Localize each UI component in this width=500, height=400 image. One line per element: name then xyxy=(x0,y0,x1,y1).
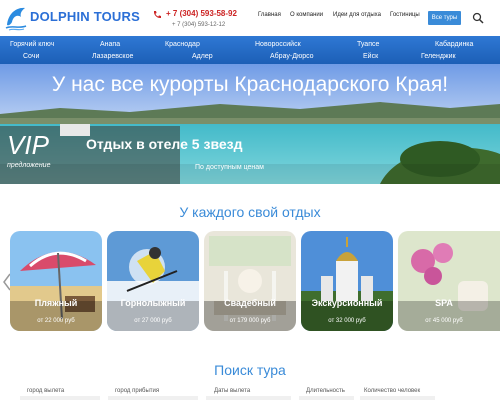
beach-umbrella-image xyxy=(10,231,102,331)
field-label-dates: Даты вылета xyxy=(214,388,251,394)
vacation-card-excursion[interactable]: Экскурсионный от 32 000 руб xyxy=(301,231,393,331)
search-icon[interactable] xyxy=(472,12,484,24)
nav-home[interactable]: Главная xyxy=(258,12,281,18)
card-title: Экскурсионный xyxy=(311,298,383,308)
dolphin-logo-icon[interactable] xyxy=(4,5,28,31)
card-price: от 179 000 руб xyxy=(229,318,271,324)
tour-search-title: Поиск тура xyxy=(214,362,286,378)
field-label-departure-city: город вылета xyxy=(27,388,65,394)
wedding-image xyxy=(204,231,296,331)
resort-link[interactable]: Краснодар xyxy=(165,41,200,48)
brand-name[interactable]: DOLPHIN TOURS xyxy=(30,9,140,24)
card-price: от 22 000 руб xyxy=(37,318,75,324)
field-label-people-count: Количество человек xyxy=(364,388,421,394)
card-title: Горнолыжный xyxy=(120,298,186,308)
resort-link[interactable]: Новороссийск xyxy=(255,41,301,48)
nav-vacation-ideas[interactable]: Идеи для отдыха xyxy=(333,12,381,18)
resort-link[interactable]: Адлер xyxy=(192,53,213,60)
offer-subtitle: По доступным ценам xyxy=(195,164,264,171)
vacation-card-beach[interactable]: Пляжный от 22 000 руб xyxy=(10,231,102,331)
site-header: DOLPHIN TOURS + 7 (304) 593-58-92 + 7 (3… xyxy=(0,0,500,36)
vip-label: VIP xyxy=(7,130,49,160)
offer-title: Отдых в отеле 5 звезд xyxy=(86,136,243,152)
phone-primary[interactable]: + 7 (304) 593-58-92 xyxy=(166,9,237,18)
field-label-arrival-city: город прибытия xyxy=(115,388,160,394)
card-title: Свадебный xyxy=(224,298,276,308)
people-count-input[interactable] xyxy=(360,396,435,400)
church-image xyxy=(301,231,393,331)
vacation-card-wedding[interactable]: Свадебный от 179 000 руб xyxy=(204,231,296,331)
duration-input[interactable] xyxy=(299,396,354,400)
departure-city-input[interactable] xyxy=(20,396,100,400)
hero-title: У нас все курорты Краснодарского Края! xyxy=(51,73,449,96)
resort-link[interactable]: Анапа xyxy=(100,41,120,48)
phone-icon xyxy=(153,11,161,19)
vacation-section-title: У каждого свой отдых xyxy=(179,204,321,220)
card-price: от 32 000 руб xyxy=(328,318,366,324)
resort-link[interactable]: Лазаревское xyxy=(92,53,133,60)
all-tours-button[interactable]: Все туры xyxy=(428,11,461,25)
resort-link[interactable]: Сочи xyxy=(23,53,39,60)
skier-image xyxy=(107,231,199,331)
hero-banner[interactable]: У нас все курорты Краснодарского Края! V… xyxy=(0,64,500,184)
card-price: от 27 000 руб xyxy=(134,318,172,324)
nav-hotels[interactable]: Гостиницы xyxy=(390,12,420,18)
resort-link[interactable]: Абрау-Дюрсо xyxy=(270,53,314,60)
dates-input[interactable] xyxy=(206,396,291,400)
resort-link[interactable]: Кабардинка xyxy=(435,41,473,48)
resort-link[interactable]: Туапсе xyxy=(357,41,379,48)
resort-link[interactable]: Горячий ключ xyxy=(10,41,54,48)
vip-sublabel: предложение xyxy=(7,162,51,169)
resort-link[interactable]: Ейск xyxy=(363,53,378,60)
phone-secondary[interactable]: + 7 (304) 593-12-12 xyxy=(172,22,225,28)
vacation-card-ski[interactable]: Горнолыжный от 27 000 руб xyxy=(107,231,199,331)
card-title: SPA xyxy=(435,298,453,308)
card-title: Пляжный xyxy=(34,298,78,308)
resort-navigation: Горячий ключ Анапа Краснодар Новороссийс… xyxy=(0,36,500,64)
field-label-duration: Длительность xyxy=(306,388,345,394)
resort-link[interactable]: Геленджик xyxy=(421,53,456,60)
card-price: от 45 000 руб xyxy=(425,318,463,324)
nav-about[interactable]: О компании xyxy=(290,12,323,18)
arrival-city-input[interactable] xyxy=(108,396,198,400)
spa-orchid-image xyxy=(398,231,500,331)
vacation-card-spa[interactable]: SPA от 45 000 руб xyxy=(398,231,500,331)
